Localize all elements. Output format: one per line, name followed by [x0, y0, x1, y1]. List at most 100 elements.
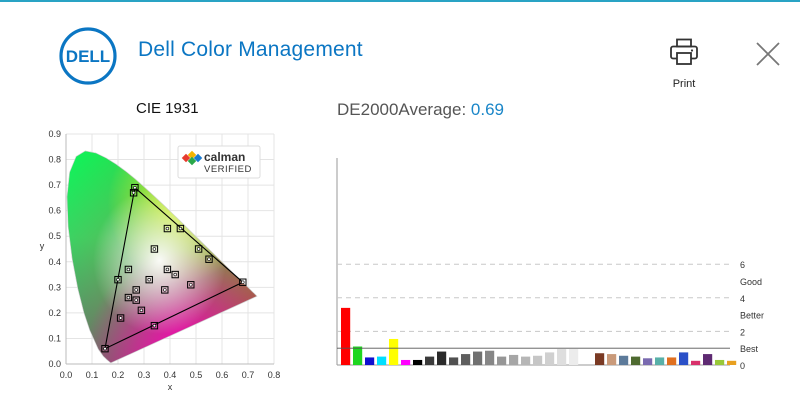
- cie-y-tick-label: 0.6: [48, 206, 61, 216]
- de2000-bar-chart: 0 2 4 6 Good Better Best: [336, 158, 764, 371]
- bar: [413, 359, 423, 365]
- cie-measured-point: [134, 298, 138, 302]
- cie-x-axis-label: x: [168, 382, 173, 392]
- cie-y-tick-label: 0.5: [48, 231, 61, 241]
- cie-measured-point: [163, 288, 167, 292]
- dell-logo: DELL: [59, 27, 117, 85]
- cie-y-tick-label: 0.0: [48, 359, 61, 369]
- bar: [631, 356, 641, 365]
- bar: [389, 338, 399, 365]
- cie-x-tick-label: 0.0: [60, 370, 73, 380]
- cie-x-tick-label: 0.2: [112, 370, 125, 380]
- cie-measured-point: [134, 288, 138, 292]
- calman-text: calman: [204, 150, 245, 164]
- bar-marks: [337, 307, 737, 365]
- de2000-average-value: 0.69: [470, 100, 504, 119]
- bar-zone-label: Good: [740, 277, 762, 287]
- bar: [497, 356, 507, 365]
- cie-y-tick-label: 0.2: [48, 308, 61, 318]
- cie-measured-point: [165, 267, 170, 272]
- bar: [667, 357, 677, 365]
- bar: [691, 360, 701, 365]
- cie-x-tick-label: 0.6: [216, 370, 229, 380]
- cie-y-axis-label: y: [40, 241, 45, 251]
- bar-zone-label: Best: [740, 344, 759, 354]
- cie-measured-point: [207, 257, 211, 261]
- cie-1931-chart: 0.0 0.1 0.2 0.3 0.4 0.5 0.6 0.7 0.8 0.0 0.1 0.2 0.3 0…: [40, 129, 281, 392]
- bar: [619, 355, 629, 365]
- cie-x-tick-label: 0.4: [164, 370, 177, 380]
- cie-measured-point: [139, 308, 144, 313]
- bar-grid: [336, 158, 730, 366]
- bar-y-tick-label: 2: [740, 327, 745, 337]
- cie-measured-point: [131, 191, 136, 195]
- cie-measured-point: [133, 185, 137, 190]
- print-button[interactable]: Print: [660, 38, 708, 94]
- cie-measured-point: [152, 323, 157, 328]
- bar: [569, 349, 579, 365]
- cie-x-tick-label: 0.7: [242, 370, 255, 380]
- cie-x-tick-label: 0.5: [190, 370, 203, 380]
- bar: [557, 349, 567, 365]
- de2000-average-title: DE2000Average: 0.69: [337, 100, 504, 120]
- bar: [533, 355, 543, 365]
- cie-x-tick-label: 0.8: [268, 370, 281, 380]
- cie-y-tick-label: 0.3: [48, 282, 61, 292]
- cie-measured-point: [147, 277, 151, 282]
- bar: [679, 352, 689, 365]
- bar: [473, 351, 483, 365]
- cie-chart-title: CIE 1931: [136, 100, 199, 117]
- cie-y-tick-label: 0.1: [48, 333, 61, 343]
- cie-x-tick-label: 0.3: [138, 370, 151, 380]
- de2000-average-label: DE2000Average:: [337, 100, 471, 119]
- cie-measured-point: [178, 226, 183, 231]
- dell-logo-text: DELL: [66, 47, 110, 66]
- close-button[interactable]: [754, 40, 782, 68]
- print-label: Print: [672, 78, 696, 90]
- app-title: Dell Color Management: [138, 38, 363, 61]
- verified-text: VERIFIED: [204, 164, 252, 175]
- bar: [341, 307, 351, 365]
- bar: [449, 357, 459, 365]
- bar: [545, 352, 555, 365]
- cie-measured-point: [126, 295, 131, 300]
- cie-measured-point: [103, 346, 107, 351]
- bar: [425, 356, 435, 365]
- bar: [703, 354, 713, 365]
- cie-x-tick-label: 0.1: [86, 370, 99, 380]
- bar: [461, 354, 471, 365]
- cie-measured-point: [241, 280, 245, 284]
- calman-verified-badge: calman VERIFIED: [177, 145, 261, 179]
- bar: [353, 346, 363, 365]
- bar: [437, 351, 447, 365]
- bar: [643, 358, 653, 365]
- bar-y-tick-label: 6: [740, 260, 745, 270]
- cie-measured-point: [173, 272, 177, 277]
- bar: [715, 359, 725, 365]
- cie-measured-point: [196, 247, 201, 251]
- cie-measured-point: [116, 277, 120, 282]
- bar: [377, 356, 387, 365]
- bar: [607, 354, 617, 365]
- bar: [521, 356, 531, 365]
- cie-y-tick-label: 0.9: [48, 129, 61, 139]
- bar: [655, 357, 665, 365]
- bar-y-tick-label: 4: [740, 294, 745, 304]
- cie-y-tick-label: 0.4: [48, 257, 61, 267]
- bar-zone-label: Better: [740, 311, 764, 321]
- bar: [509, 354, 519, 365]
- cie-y-tick-label: 0.7: [48, 180, 61, 190]
- cie-measured-point: [126, 267, 131, 272]
- cie-measured-point: [118, 316, 123, 320]
- printer-icon: [670, 38, 698, 65]
- bar: [401, 359, 411, 365]
- close-icon: [756, 42, 780, 66]
- cie-measured-point: [152, 247, 157, 251]
- bar: [485, 350, 495, 365]
- bar: [727, 360, 737, 365]
- bar-y-tick-label: 0: [740, 361, 745, 371]
- bar: [595, 353, 605, 365]
- top-accent-line: [0, 0, 800, 2]
- bar-labels: 0 2 4 6 Good Better Best: [740, 260, 764, 371]
- cie-measured-point: [189, 283, 193, 287]
